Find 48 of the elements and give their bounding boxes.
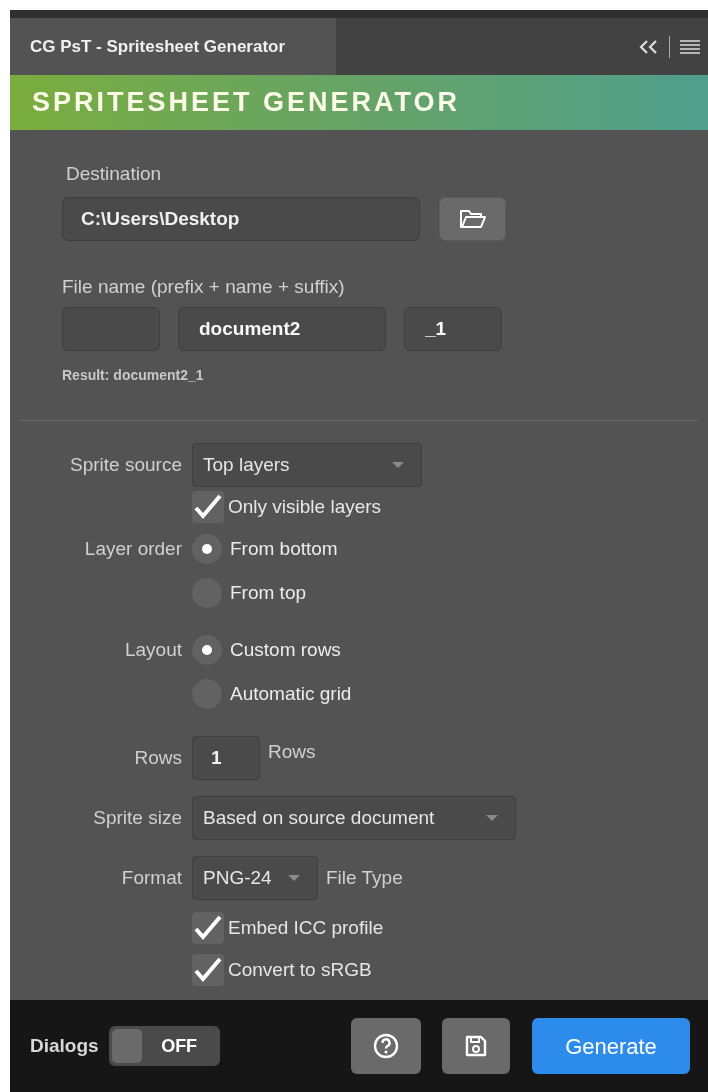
field-label: Layer order [84,536,182,561]
folder-icon [458,208,487,229]
check-icon [193,956,223,984]
help-icon [373,1033,399,1059]
checkbox[interactable] [192,954,224,986]
panel-tab[interactable]: CG PsT - Spritesheet Generator [10,18,336,75]
radio-button[interactable] [192,635,222,665]
banner-title: SPRITESHEET GENERATOR [32,86,461,120]
result-text: Result: document2_1 [62,366,205,385]
field-label: Format [121,865,182,890]
radio-label: Custom rows [230,637,341,662]
name-field[interactable]: document2 [178,307,386,351]
collapse-icon[interactable] [639,39,659,54]
suffix-field[interactable]: _1 [404,307,502,351]
unit-label: Rows [268,740,316,764]
file-type-label: File Type [326,865,403,890]
radio-label: From bottom [230,536,338,561]
radio-button[interactable] [192,534,222,564]
field-label: Layout [124,637,182,662]
checkbox-label: Embed ICC profile [228,915,384,940]
radio-label: Automatic grid [230,681,352,706]
checkbox[interactable] [192,912,224,944]
field-label: Rows [134,745,182,770]
checkbox-label: Convert to sRGB [228,957,372,982]
destination-field[interactable]: C:\Users\Desktop [62,196,420,241]
check-icon [193,493,223,521]
rows-field[interactable]: 1 [192,736,260,780]
dropdown[interactable]: PNG-24 [192,856,318,900]
caret-icon [391,461,405,469]
field-label: Sprite size [93,805,182,830]
dropdown[interactable]: Based on source document [192,796,516,840]
dialogs-label: Dialogs [30,1033,99,1058]
dialogs-toggle[interactable]: OFF [108,1026,220,1066]
caret-icon [485,814,499,822]
save-icon [464,1034,488,1058]
field-label: Destination [66,162,163,186]
field-label: File name (prefix + name + suffix) [62,274,346,299]
dropdown[interactable]: Top layers [192,443,422,487]
browse-button[interactable] [439,196,506,241]
save-button[interactable] [442,1018,510,1074]
checkbox[interactable] [192,491,224,523]
checkbox-label: Only visible layers [228,494,382,519]
check-icon [193,914,223,942]
field-label: Sprite source [70,452,182,477]
radio-label: From top [230,580,307,605]
menu-icon[interactable] [680,38,700,55]
caret-icon [287,874,301,882]
help-button[interactable] [351,1018,421,1074]
